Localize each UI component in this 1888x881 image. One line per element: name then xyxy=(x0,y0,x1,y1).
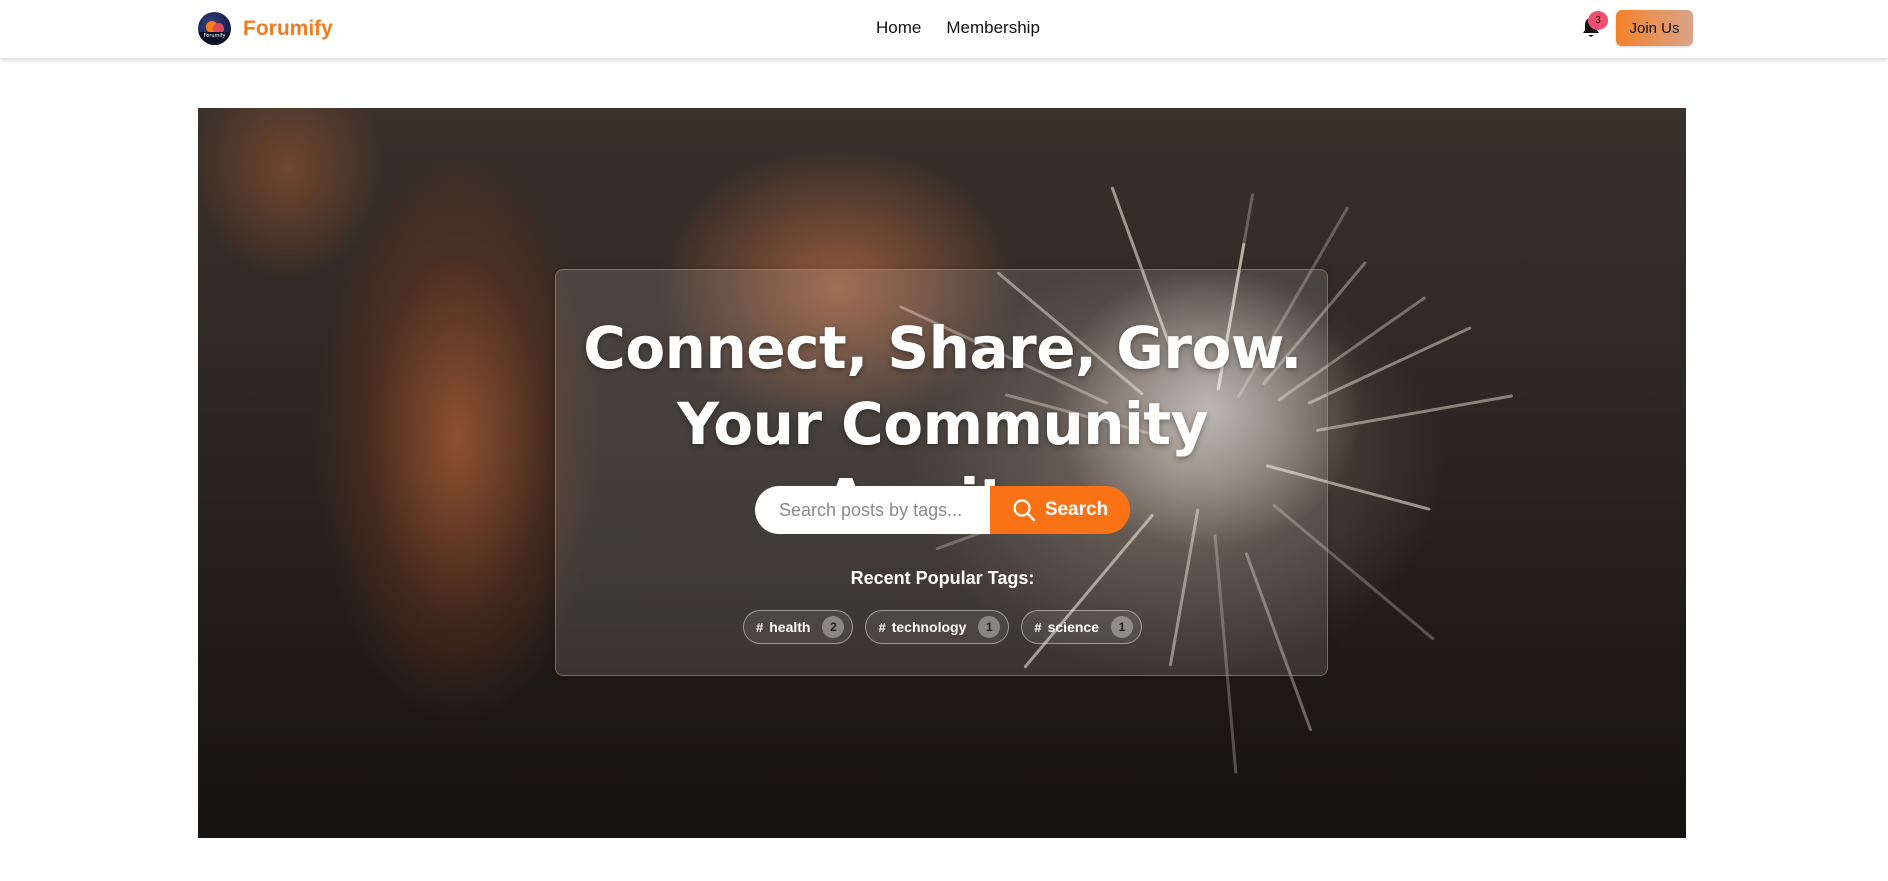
search-input[interactable] xyxy=(755,486,990,534)
hero-headline-line-1: Connect, Share, Grow. xyxy=(583,314,1302,382)
brand-name: Forumify xyxy=(243,16,333,40)
main-nav: Home Membership xyxy=(876,18,1040,38)
hash-icon: # xyxy=(756,619,764,635)
hash-icon: # xyxy=(1034,619,1042,635)
nav-membership[interactable]: Membership xyxy=(946,18,1040,38)
join-us-button[interactable]: Join Us xyxy=(1616,10,1693,46)
sparkler-streak xyxy=(1316,394,1514,432)
hash-icon: # xyxy=(878,619,886,635)
tag-search: Search xyxy=(755,486,1130,534)
logo[interactable]: Forumify Forumify xyxy=(198,12,333,45)
notification-badge: 3 xyxy=(1588,11,1608,30)
tag-technology[interactable]: # technology 1 xyxy=(865,610,1010,644)
popular-tags: # health 2 # technology 1 # science 1 xyxy=(556,610,1329,644)
hero-card: Connect, Share, Grow. Your Community Awa… xyxy=(555,269,1328,676)
sparkler-streak xyxy=(1307,325,1472,405)
tag-name: technology xyxy=(891,619,967,635)
search-button-label: Search xyxy=(1044,499,1109,520)
popular-tags-title: Recent Popular Tags: xyxy=(850,568,1035,588)
tag-count: 1 xyxy=(1110,616,1133,638)
tag-health[interactable]: # health 2 xyxy=(743,610,854,644)
tag-science[interactable]: # science 1 xyxy=(1021,610,1142,644)
nav-home[interactable]: Home xyxy=(876,18,921,38)
logo-icon: Forumify xyxy=(198,12,231,45)
search-icon xyxy=(1013,499,1036,522)
hero-banner: Connect, Share, Grow. Your Community Awa… xyxy=(198,108,1686,838)
tag-count: 1 xyxy=(978,616,1001,638)
tag-name: health xyxy=(769,619,811,635)
tag-name: science xyxy=(1047,619,1099,635)
tag-count: 2 xyxy=(822,616,845,638)
search-button[interactable]: Search xyxy=(990,486,1130,534)
navbar: Forumify Forumify Home Membership 3 Join… xyxy=(0,0,1888,59)
